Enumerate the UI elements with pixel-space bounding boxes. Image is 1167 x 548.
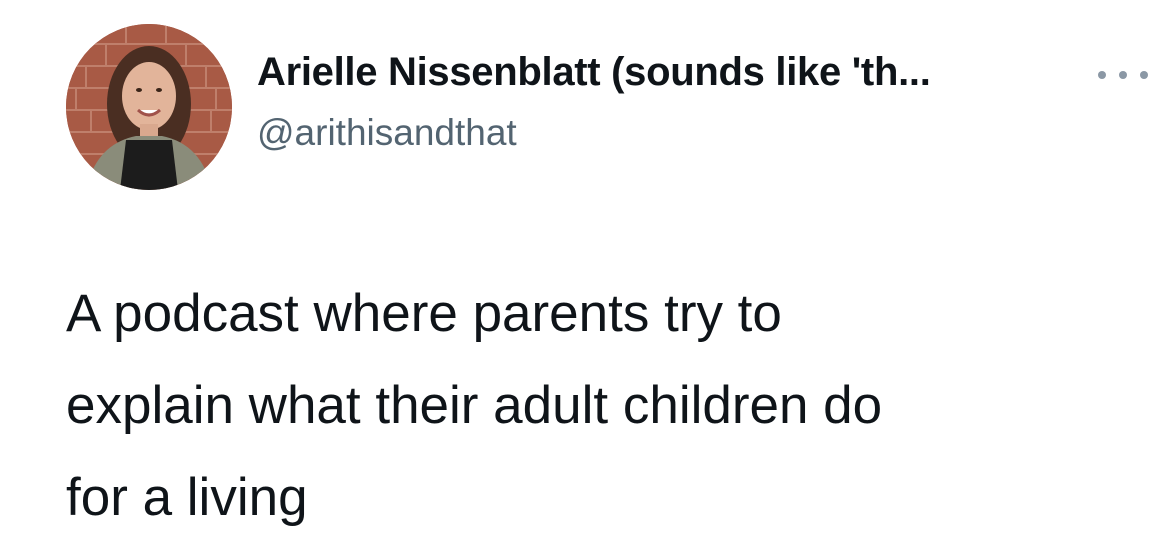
more-options-button[interactable] xyxy=(1098,60,1148,90)
more-horizontal-icon xyxy=(1119,71,1127,79)
author-handle[interactable]: @arithisandthat xyxy=(257,112,517,154)
profile-photo-icon xyxy=(66,24,232,190)
author-display-name[interactable]: Arielle Nissenblatt (sounds like 'th... xyxy=(257,50,931,95)
tweet-card: Arielle Nissenblatt (sounds like 'th... … xyxy=(0,0,1167,548)
avatar[interactable] xyxy=(66,24,232,190)
more-horizontal-icon xyxy=(1140,71,1148,79)
more-horizontal-icon xyxy=(1098,71,1106,79)
tweet-text: A podcast where parents try to explain w… xyxy=(66,284,883,527)
